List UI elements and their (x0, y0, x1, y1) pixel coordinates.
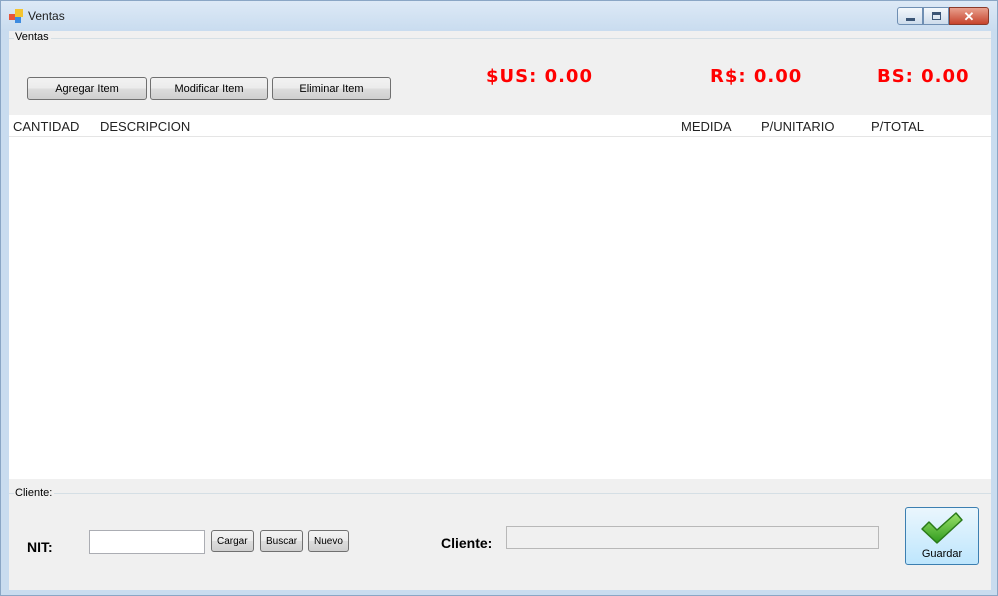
column-p-unitario[interactable]: P/UNITARIO (761, 119, 834, 134)
close-button[interactable]: ✕ (949, 7, 989, 25)
total-brl: R$: 0.00 (710, 66, 803, 87)
form-client-area: Ventas Agregar Item Modificar Item Elimi… (9, 31, 991, 590)
maximize-button[interactable] (923, 7, 949, 25)
maximize-icon (931, 12, 941, 20)
close-icon: ✕ (963, 8, 975, 24)
column-descripcion[interactable]: DESCRIPCION (100, 119, 190, 134)
title-bar[interactable]: Ventas ✕ (1, 1, 997, 31)
cliente-group-legend: Cliente: (14, 487, 55, 499)
nit-label: NIT: (27, 539, 53, 555)
new-client-button[interactable]: Nuevo (308, 530, 349, 552)
add-item-button[interactable]: Agregar Item (27, 77, 147, 100)
minimize-icon (905, 17, 915, 21)
app-form-icon (9, 9, 23, 23)
load-client-button[interactable]: Cargar (211, 530, 254, 552)
minimize-button[interactable] (897, 7, 923, 25)
items-listview[interactable]: CANTIDAD DESCRIPCION MEDIDA P/UNITARIO P… (9, 115, 991, 479)
column-medida[interactable]: MEDIDA (681, 119, 732, 134)
search-client-button[interactable]: Buscar (260, 530, 304, 552)
cliente-label: Cliente: (441, 535, 493, 551)
nit-input[interactable] (89, 530, 205, 554)
ventas-window: Ventas ✕ Ventas Agregar Item Modificar I… (0, 0, 998, 596)
listview-header: CANTIDAD DESCRIPCION MEDIDA P/UNITARIO P… (9, 115, 991, 137)
save-button-label: Guardar (921, 548, 963, 560)
total-usd: $US: 0.00 (486, 66, 593, 87)
column-p-total[interactable]: P/TOTAL (871, 119, 924, 134)
column-cantidad[interactable]: CANTIDAD (13, 119, 79, 134)
modify-item-button[interactable]: Modificar Item (150, 77, 268, 100)
delete-item-button[interactable]: Eliminar Item (272, 77, 391, 100)
ventas-group-legend: Ventas (14, 31, 51, 43)
save-button[interactable]: Guardar (905, 507, 979, 565)
total-bob: BS: 0.00 (877, 66, 970, 87)
checkmark-icon (921, 512, 963, 544)
cliente-name-field[interactable] (506, 526, 879, 549)
window-title: Ventas (28, 9, 65, 23)
